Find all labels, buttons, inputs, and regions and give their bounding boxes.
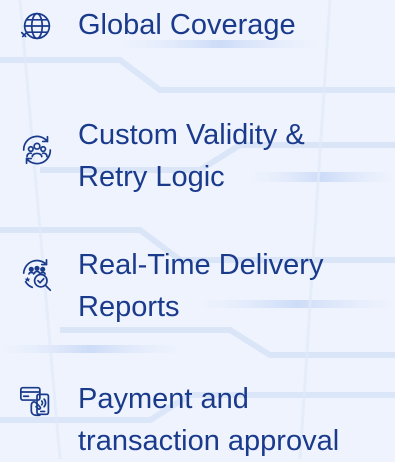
feature-custom-validity: Custom Validity & Retry Logic (18, 114, 305, 198)
feature-label: Global Coverage (78, 9, 296, 41)
globe-icon (18, 7, 56, 45)
feature-list: Global Coverage Custom Validity & Retry … (0, 0, 395, 459)
realtime-report-icon (18, 256, 56, 294)
payment-approval-icon (18, 382, 56, 420)
feature-label: Custom Validity & Retry Logic (78, 119, 305, 193)
feature-payment-approval: Payment and transaction approval (18, 378, 339, 462)
user-group-retry-icon (18, 131, 56, 169)
feature-label: Payment and transaction approval (78, 383, 340, 457)
feature-global-coverage: Global Coverage (18, 4, 296, 46)
feature-label: Real-Time Delivery Reports (78, 249, 324, 323)
feature-realtime-reports: Real-Time Delivery Reports (18, 244, 323, 328)
